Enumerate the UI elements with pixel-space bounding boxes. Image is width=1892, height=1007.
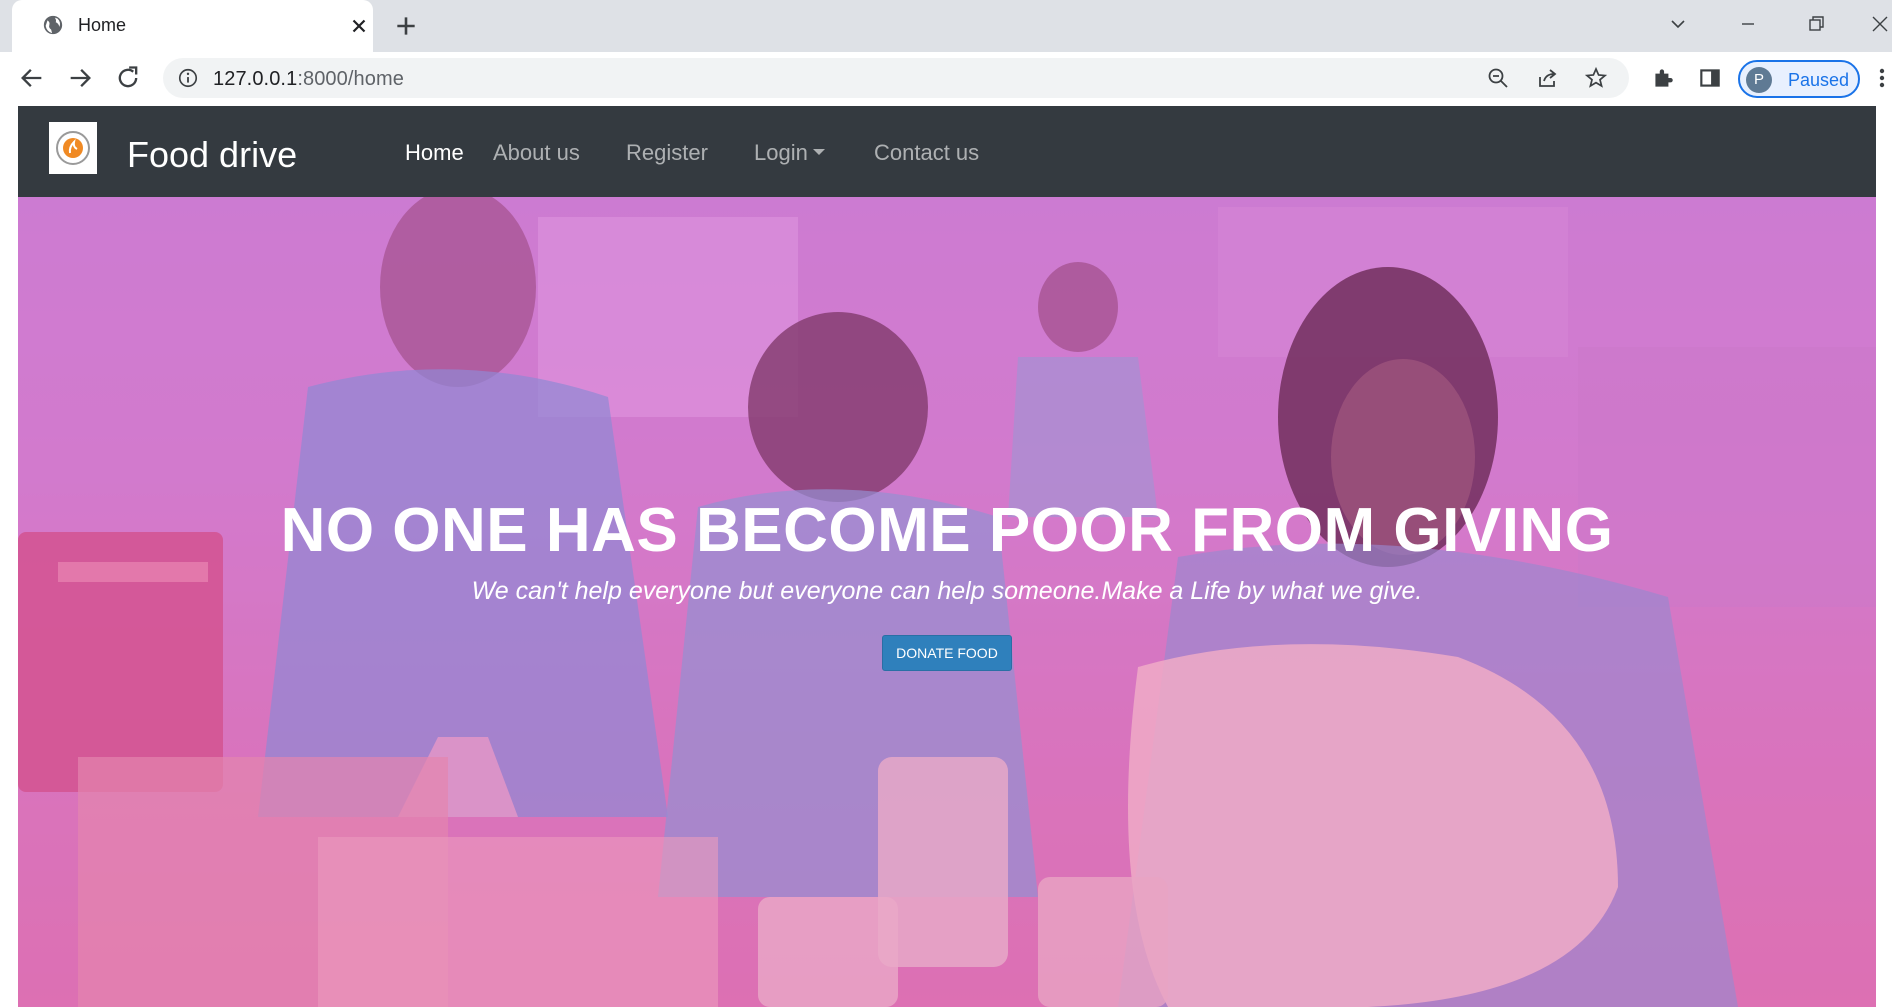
avatar: P xyxy=(1746,67,1772,93)
nav-link-home[interactable]: Home xyxy=(405,140,464,166)
nav-link-about[interactable]: About us xyxy=(493,140,580,166)
donate-food-button[interactable]: DONATE FOOD xyxy=(882,635,1012,671)
web-page: Food drive Home About us Register Login … xyxy=(18,106,1876,1007)
extensions-puzzle-icon[interactable] xyxy=(1650,65,1676,91)
tab-title: Home xyxy=(78,15,127,35)
brand-logo[interactable] xyxy=(49,122,97,174)
nav-link-contact[interactable]: Contact us xyxy=(874,140,979,166)
forward-arrow-icon[interactable] xyxy=(66,64,94,92)
page-right-gutter xyxy=(1876,106,1892,1007)
hero-banner: NO ONE HAS BECOME POOR FROM GIVING We ca… xyxy=(18,197,1876,1007)
more-menu-icon[interactable] xyxy=(1876,64,1888,92)
caret-down-icon xyxy=(812,149,825,156)
hero-subtitle: We can't help everyone but everyone can … xyxy=(471,577,1423,605)
nav-link-register[interactable]: Register xyxy=(626,140,708,166)
hero-title: NO ONE HAS BECOME POOR FROM GIVING xyxy=(280,496,1614,565)
reload-icon[interactable] xyxy=(114,64,142,92)
restore-icon[interactable] xyxy=(1804,12,1828,36)
browser-tab[interactable]: Home xyxy=(12,0,373,52)
bookmark-star-icon[interactable] xyxy=(1584,66,1608,90)
globe-icon xyxy=(43,15,63,35)
nav-link-login-dropdown[interactable]: Login xyxy=(754,140,825,166)
url-host: 127.0.0.1 xyxy=(213,68,298,90)
food-drive-logo-icon xyxy=(56,131,90,165)
site-navbar: Food drive Home About us Register Login … xyxy=(18,106,1876,197)
minimize-icon[interactable] xyxy=(1736,12,1760,36)
profile-status: Paused xyxy=(1788,70,1850,90)
browser-toolbar: 127.0.0.1:8000/home P Paused xyxy=(0,52,1892,104)
address-bar[interactable]: 127.0.0.1:8000/home xyxy=(163,58,1629,98)
brand-name[interactable]: Food drive xyxy=(127,134,297,176)
zoom-out-icon[interactable] xyxy=(1486,66,1510,90)
close-tab-icon[interactable] xyxy=(348,15,370,37)
url-text: 127.0.0.1:8000/home xyxy=(213,68,404,91)
window-close-icon[interactable] xyxy=(1868,12,1892,36)
browser-tabstrip: Home xyxy=(0,0,1892,52)
nav-link-login-label: Login xyxy=(754,140,808,165)
side-panel-icon[interactable] xyxy=(1697,65,1723,91)
url-path: :8000/home xyxy=(297,68,404,90)
site-info-icon[interactable] xyxy=(177,67,199,89)
tab-search-icon[interactable] xyxy=(1666,12,1690,36)
share-icon[interactable] xyxy=(1536,66,1560,90)
back-arrow-icon[interactable] xyxy=(18,64,46,92)
new-tab-icon[interactable] xyxy=(393,13,419,39)
profile-button[interactable]: P Paused xyxy=(1738,60,1860,98)
